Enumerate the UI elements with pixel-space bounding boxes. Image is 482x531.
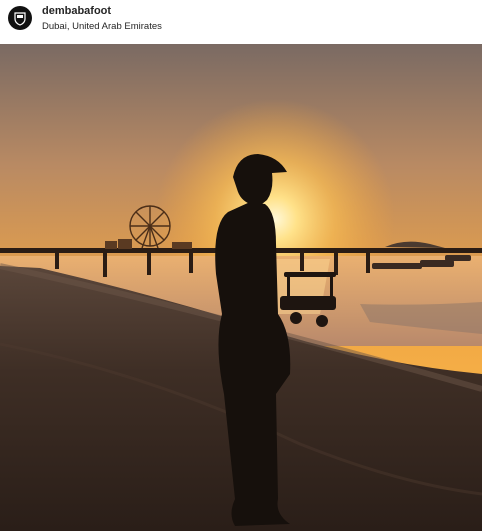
username-link[interactable]: dembabafoot <box>42 5 162 18</box>
instagram-post: dembabafoot Dubai, United Arab Emirates <box>0 0 482 531</box>
location-link[interactable]: Dubai, United Arab Emirates <box>42 20 162 33</box>
avatar[interactable] <box>8 6 32 30</box>
user-block: dembabafoot Dubai, United Arab Emirates <box>42 5 162 33</box>
post-header: dembabafoot Dubai, United Arab Emirates <box>0 0 482 44</box>
sunset-photo <box>0 44 482 531</box>
post-photo[interactable] <box>0 44 482 531</box>
team-crest-icon <box>14 12 26 26</box>
